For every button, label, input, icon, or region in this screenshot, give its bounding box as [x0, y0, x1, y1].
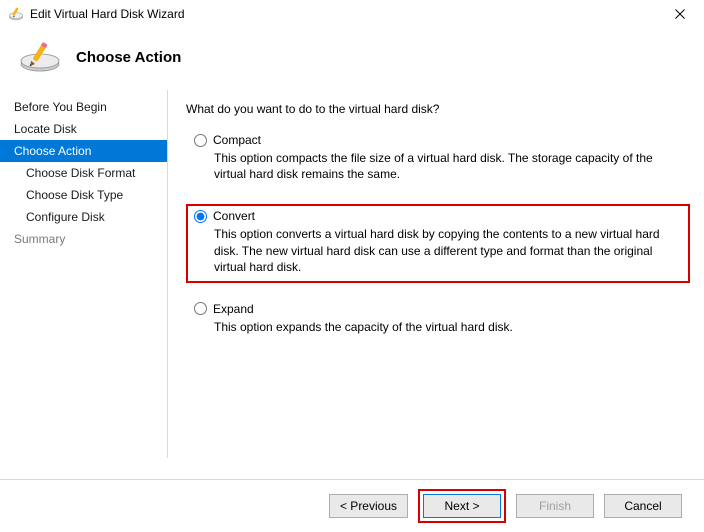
cancel-button[interactable]: Cancel	[604, 494, 682, 518]
hard-disk-pencil-icon	[18, 42, 62, 72]
radio-convert[interactable]	[194, 210, 207, 223]
step-configure-disk[interactable]: Configure Disk	[0, 206, 167, 228]
step-locate-disk[interactable]: Locate Disk	[0, 118, 167, 140]
option-expand-description: This option expands the capacity of the …	[214, 319, 684, 335]
option-convert-label: Convert	[213, 209, 255, 223]
option-expand-label: Expand	[213, 302, 254, 316]
finish-button: Finish	[516, 494, 594, 518]
wizard-content: What do you want to do to the virtual ha…	[168, 90, 704, 458]
option-compact: Compact This option compacts the file si…	[186, 128, 690, 190]
step-before-you-begin[interactable]: Before You Begin	[0, 96, 167, 118]
app-icon	[8, 6, 24, 22]
previous-button[interactable]: < Previous	[329, 494, 408, 518]
radio-expand[interactable]	[194, 302, 207, 315]
titlebar: Edit Virtual Hard Disk Wizard	[0, 0, 704, 28]
option-expand: Expand This option expands the capacity …	[186, 297, 690, 343]
option-compact-description: This option compacts the file size of a …	[214, 150, 684, 182]
next-button-highlight: Next >	[418, 489, 506, 523]
step-choose-disk-format[interactable]: Choose Disk Format	[0, 162, 167, 184]
page-title: Choose Action	[76, 49, 181, 66]
option-expand-row[interactable]: Expand	[192, 302, 684, 316]
step-choose-disk-type[interactable]: Choose Disk Type	[0, 184, 167, 206]
option-convert-row[interactable]: Convert	[192, 209, 684, 223]
wizard-header: Choose Action	[0, 28, 704, 90]
option-convert-description: This option converts a virtual hard disk…	[214, 226, 684, 275]
wizard-body: Before You Begin Locate Disk Choose Acti…	[0, 90, 704, 458]
option-compact-label: Compact	[213, 133, 261, 147]
wizard-steps-sidebar: Before You Begin Locate Disk Choose Acti…	[0, 90, 168, 458]
close-icon	[675, 9, 685, 19]
wizard-footer: < Previous Next > Finish Cancel	[0, 480, 704, 532]
option-compact-row[interactable]: Compact	[192, 133, 684, 147]
close-button[interactable]	[662, 2, 698, 26]
content-prompt: What do you want to do to the virtual ha…	[186, 102, 690, 116]
step-choose-action[interactable]: Choose Action	[0, 140, 167, 162]
next-button[interactable]: Next >	[423, 494, 501, 518]
option-convert: Convert This option converts a virtual h…	[186, 204, 690, 283]
step-summary[interactable]: Summary	[0, 228, 167, 250]
window-title: Edit Virtual Hard Disk Wizard	[30, 7, 662, 21]
radio-compact[interactable]	[194, 134, 207, 147]
